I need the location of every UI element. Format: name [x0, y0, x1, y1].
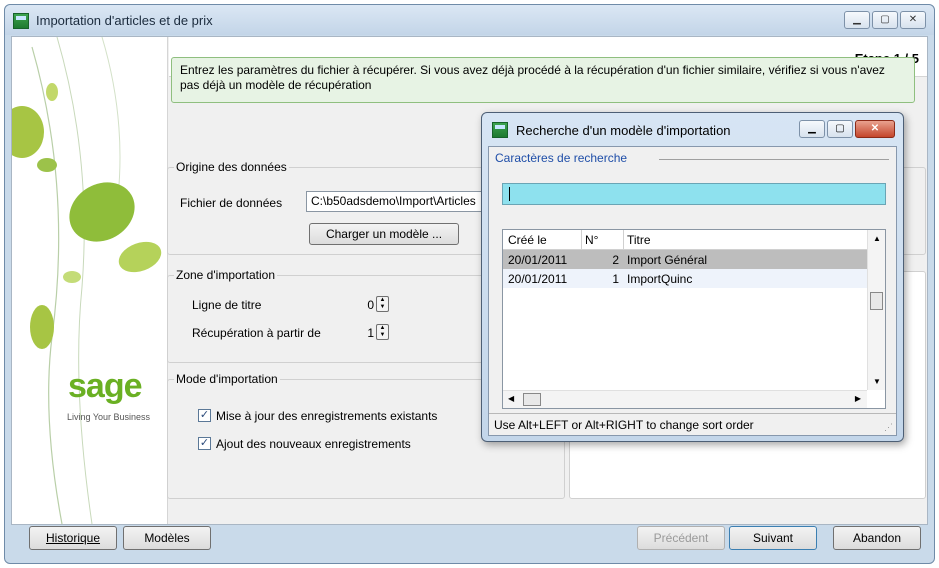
- dialog-close-button[interactable]: ✕: [855, 120, 895, 138]
- add-checkbox[interactable]: ✓: [198, 437, 211, 450]
- h-scroll-thumb[interactable]: [523, 393, 541, 406]
- load-model-button[interactable]: Charger un modèle ...: [309, 223, 459, 245]
- modeles-button[interactable]: Modèles: [123, 526, 211, 550]
- dialog-minimize-button[interactable]: ▁: [799, 120, 825, 138]
- brand-tagline: Living Your Business: [67, 412, 151, 422]
- dialog-client: Caractères de recherche Créé le N° Titre…: [488, 146, 897, 436]
- scroll-up-icon[interactable]: ▲: [873, 234, 881, 243]
- title-bar[interactable]: Importation d'articles et de prix ▁ ▢ ✕: [5, 5, 934, 35]
- search-section-title: Caractères de recherche: [495, 151, 628, 165]
- mode-legend: Mode d'importation: [174, 372, 280, 386]
- resize-grip-icon[interactable]: ⋰: [884, 422, 893, 433]
- table-row[interactable]: 20/01/2011 1 ImportQuinc: [503, 269, 867, 288]
- col-separator[interactable]: [623, 230, 624, 250]
- minimize-button[interactable]: ▁: [844, 11, 870, 29]
- zone-legend: Zone d'importation: [174, 268, 278, 282]
- dialog-maximize-button[interactable]: ▢: [827, 120, 853, 138]
- vertical-scrollbar[interactable]: ▲ ▼: [867, 230, 885, 390]
- col-separator[interactable]: [581, 230, 582, 250]
- brand-panel: sage Living Your Business: [12, 37, 168, 524]
- title-line-label: Ligne de titre: [192, 298, 262, 312]
- scroll-left-icon[interactable]: ◀: [508, 394, 514, 403]
- section-divider: [659, 159, 889, 160]
- scroll-down-icon[interactable]: ▼: [873, 377, 881, 386]
- dialog-title: Recherche d'un modèle d'importation: [516, 123, 731, 138]
- arrow-up-icon[interactable]: ▲: [377, 325, 388, 332]
- start-label: Récupération à partir de: [192, 326, 321, 340]
- file-label: Fichier de données: [180, 196, 283, 210]
- origine-legend: Origine des données: [174, 160, 289, 174]
- title-line-value[interactable]: 0: [360, 298, 374, 312]
- search-input[interactable]: [502, 183, 886, 205]
- arrow-down-icon[interactable]: ▼: [377, 332, 388, 339]
- arrow-up-icon[interactable]: ▲: [377, 297, 388, 304]
- add-label[interactable]: Ajout des nouveaux enregistrements: [216, 437, 411, 451]
- table-row[interactable]: 20/01/2011 2 Import Général: [503, 250, 867, 269]
- start-stepper[interactable]: ▲ ▼: [376, 324, 389, 340]
- abandon-button[interactable]: Abandon: [833, 526, 921, 550]
- maximize-button[interactable]: ▢: [872, 11, 898, 29]
- scroll-right-icon[interactable]: ▶: [855, 394, 861, 403]
- dialog-status-bar: Use Alt+LEFT or Alt+RIGHT to change sort…: [489, 413, 896, 435]
- start-value[interactable]: 1: [360, 326, 374, 340]
- update-label[interactable]: Mise à jour des enregistrements existant…: [216, 409, 437, 423]
- historique-button[interactable]: Historique: [29, 526, 117, 550]
- info-box: Entrez les paramètres du fichier à récup…: [171, 57, 915, 103]
- info-text: Entrez les paramètres du fichier à récup…: [180, 63, 885, 92]
- horizontal-scrollbar[interactable]: ◀ ▶: [503, 390, 867, 408]
- col-title[interactable]: Titre: [627, 233, 651, 247]
- col-num[interactable]: N°: [585, 233, 598, 247]
- col-date[interactable]: Créé le: [508, 233, 547, 247]
- suivant-button[interactable]: Suivant: [729, 526, 817, 550]
- scroll-thumb[interactable]: [870, 292, 883, 310]
- leaf-decoration: [12, 37, 162, 524]
- status-text: Use Alt+LEFT or Alt+RIGHT to change sort…: [494, 418, 754, 432]
- arrow-down-icon[interactable]: ▼: [377, 304, 388, 311]
- app-icon: [13, 13, 29, 29]
- models-grid[interactable]: Créé le N° Titre 20/01/2011 2 Import Gén…: [502, 229, 886, 409]
- grid-header: Créé le N° Titre: [503, 230, 867, 250]
- update-checkbox[interactable]: ✓: [198, 409, 211, 422]
- dialog-app-icon: [492, 122, 508, 138]
- sage-logo: sage: [68, 367, 142, 405]
- window-title: Importation d'articles et de prix: [36, 13, 213, 28]
- text-caret: [509, 187, 510, 201]
- search-model-dialog: Recherche d'un modèle d'importation ▁ ▢ …: [481, 112, 904, 442]
- title-line-stepper[interactable]: ▲ ▼: [376, 296, 389, 312]
- close-button[interactable]: ✕: [900, 11, 926, 29]
- precedent-button[interactable]: Précédent: [637, 526, 725, 550]
- file-input[interactable]: C:\b50adsdemo\Import\Articles: [306, 191, 486, 212]
